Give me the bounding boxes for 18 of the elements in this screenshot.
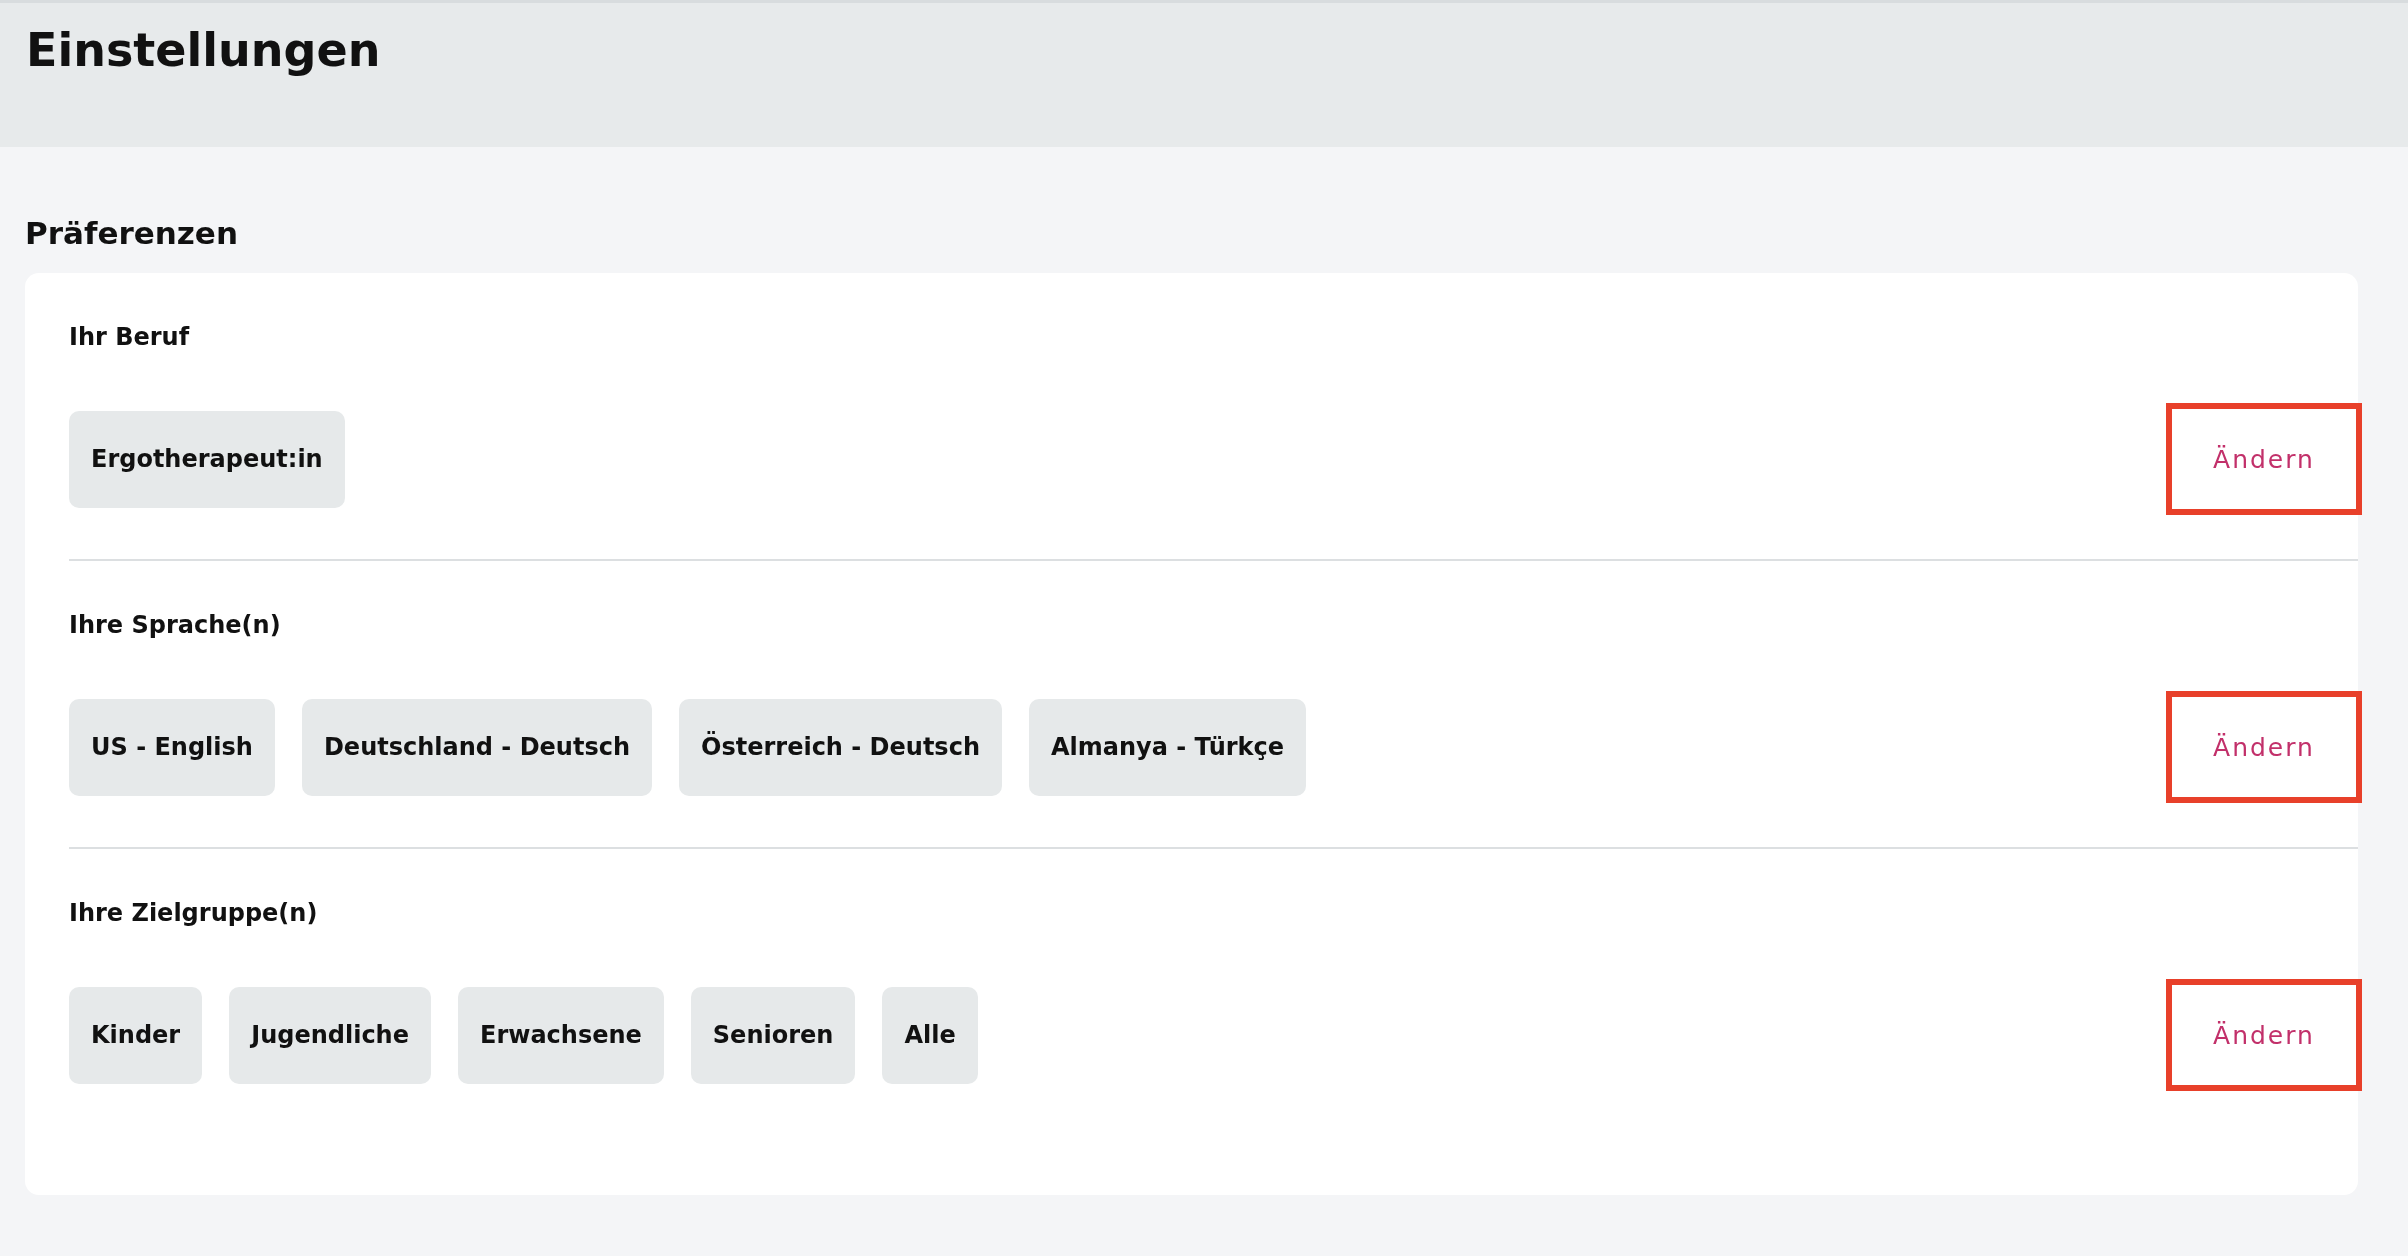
preference-tag: Erwachsene [458,986,664,1084]
preference-tag: Deutschland - Deutsch [301,698,652,796]
preference-tag: US - English [69,698,275,796]
preference-tag: Ergotherapeut:in [69,410,345,508]
preference-tag: Kinder [69,986,203,1084]
section-title: Präferenzen [25,215,239,251]
group-label: Ihr Beruf [69,323,191,351]
preference-tag: Österreich - Deutsch [679,698,1002,796]
change-button[interactable]: Ändern [2166,691,2362,803]
preference-tag: Jugendliche [229,986,431,1084]
change-button[interactable]: Ändern [2166,403,2362,515]
preference-tag: Almanya - Türkçe [1028,698,1307,796]
group-label: Ihre Sprache(n) [69,611,282,639]
preference-tag: Senioren [690,986,856,1084]
change-button[interactable]: Ändern [2166,979,2362,1091]
page-title: Einstellungen [26,23,382,77]
group-label: Ihre Zielgruppe(n) [69,899,319,927]
preference-tag: Alle [882,986,978,1084]
